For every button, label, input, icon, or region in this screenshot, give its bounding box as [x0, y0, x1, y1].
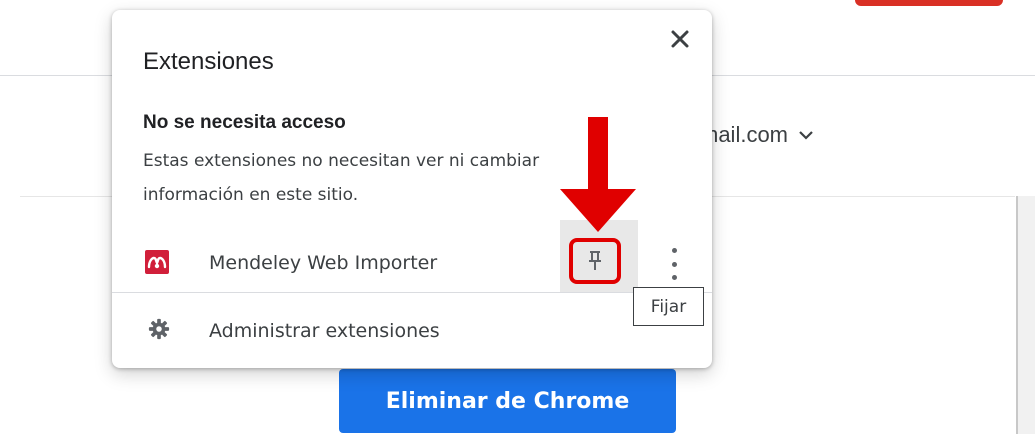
chevron-down-icon [799, 131, 813, 140]
gear-icon [148, 318, 170, 340]
account-email: mail.com [700, 122, 789, 147]
top-red-bar [855, 0, 1003, 6]
popup-title: Extensiones [143, 48, 274, 75]
close-icon [671, 30, 689, 48]
close-button[interactable] [664, 23, 696, 55]
section-description: Estas extensiones no necesitan ver ni ca… [143, 151, 540, 205]
pin-icon [589, 251, 601, 270]
manage-extensions-label: Administrar extensiones [209, 320, 440, 342]
account-switcher[interactable]: mail.com [700, 122, 814, 148]
mendeley-icon [145, 250, 169, 274]
extension-name: Mendeley Web Importer [209, 252, 438, 274]
more-vert-icon [671, 248, 677, 253]
manage-extensions-item[interactable]: Administrar extensiones [112, 302, 712, 358]
red-arrow-annotation [560, 117, 636, 232]
popup-divider [112, 292, 712, 293]
browser-window: mail.com Eliminar de Chrome Extensiones … [0, 0, 1035, 434]
scrollbar[interactable] [1018, 196, 1035, 434]
remove-from-chrome-button[interactable]: Eliminar de Chrome [339, 369, 676, 433]
extension-more-button[interactable] [662, 248, 686, 280]
pin-button[interactable] [569, 238, 621, 284]
section-title: No se necesita acceso [143, 112, 346, 133]
tooltip: Fijar [633, 287, 704, 326]
